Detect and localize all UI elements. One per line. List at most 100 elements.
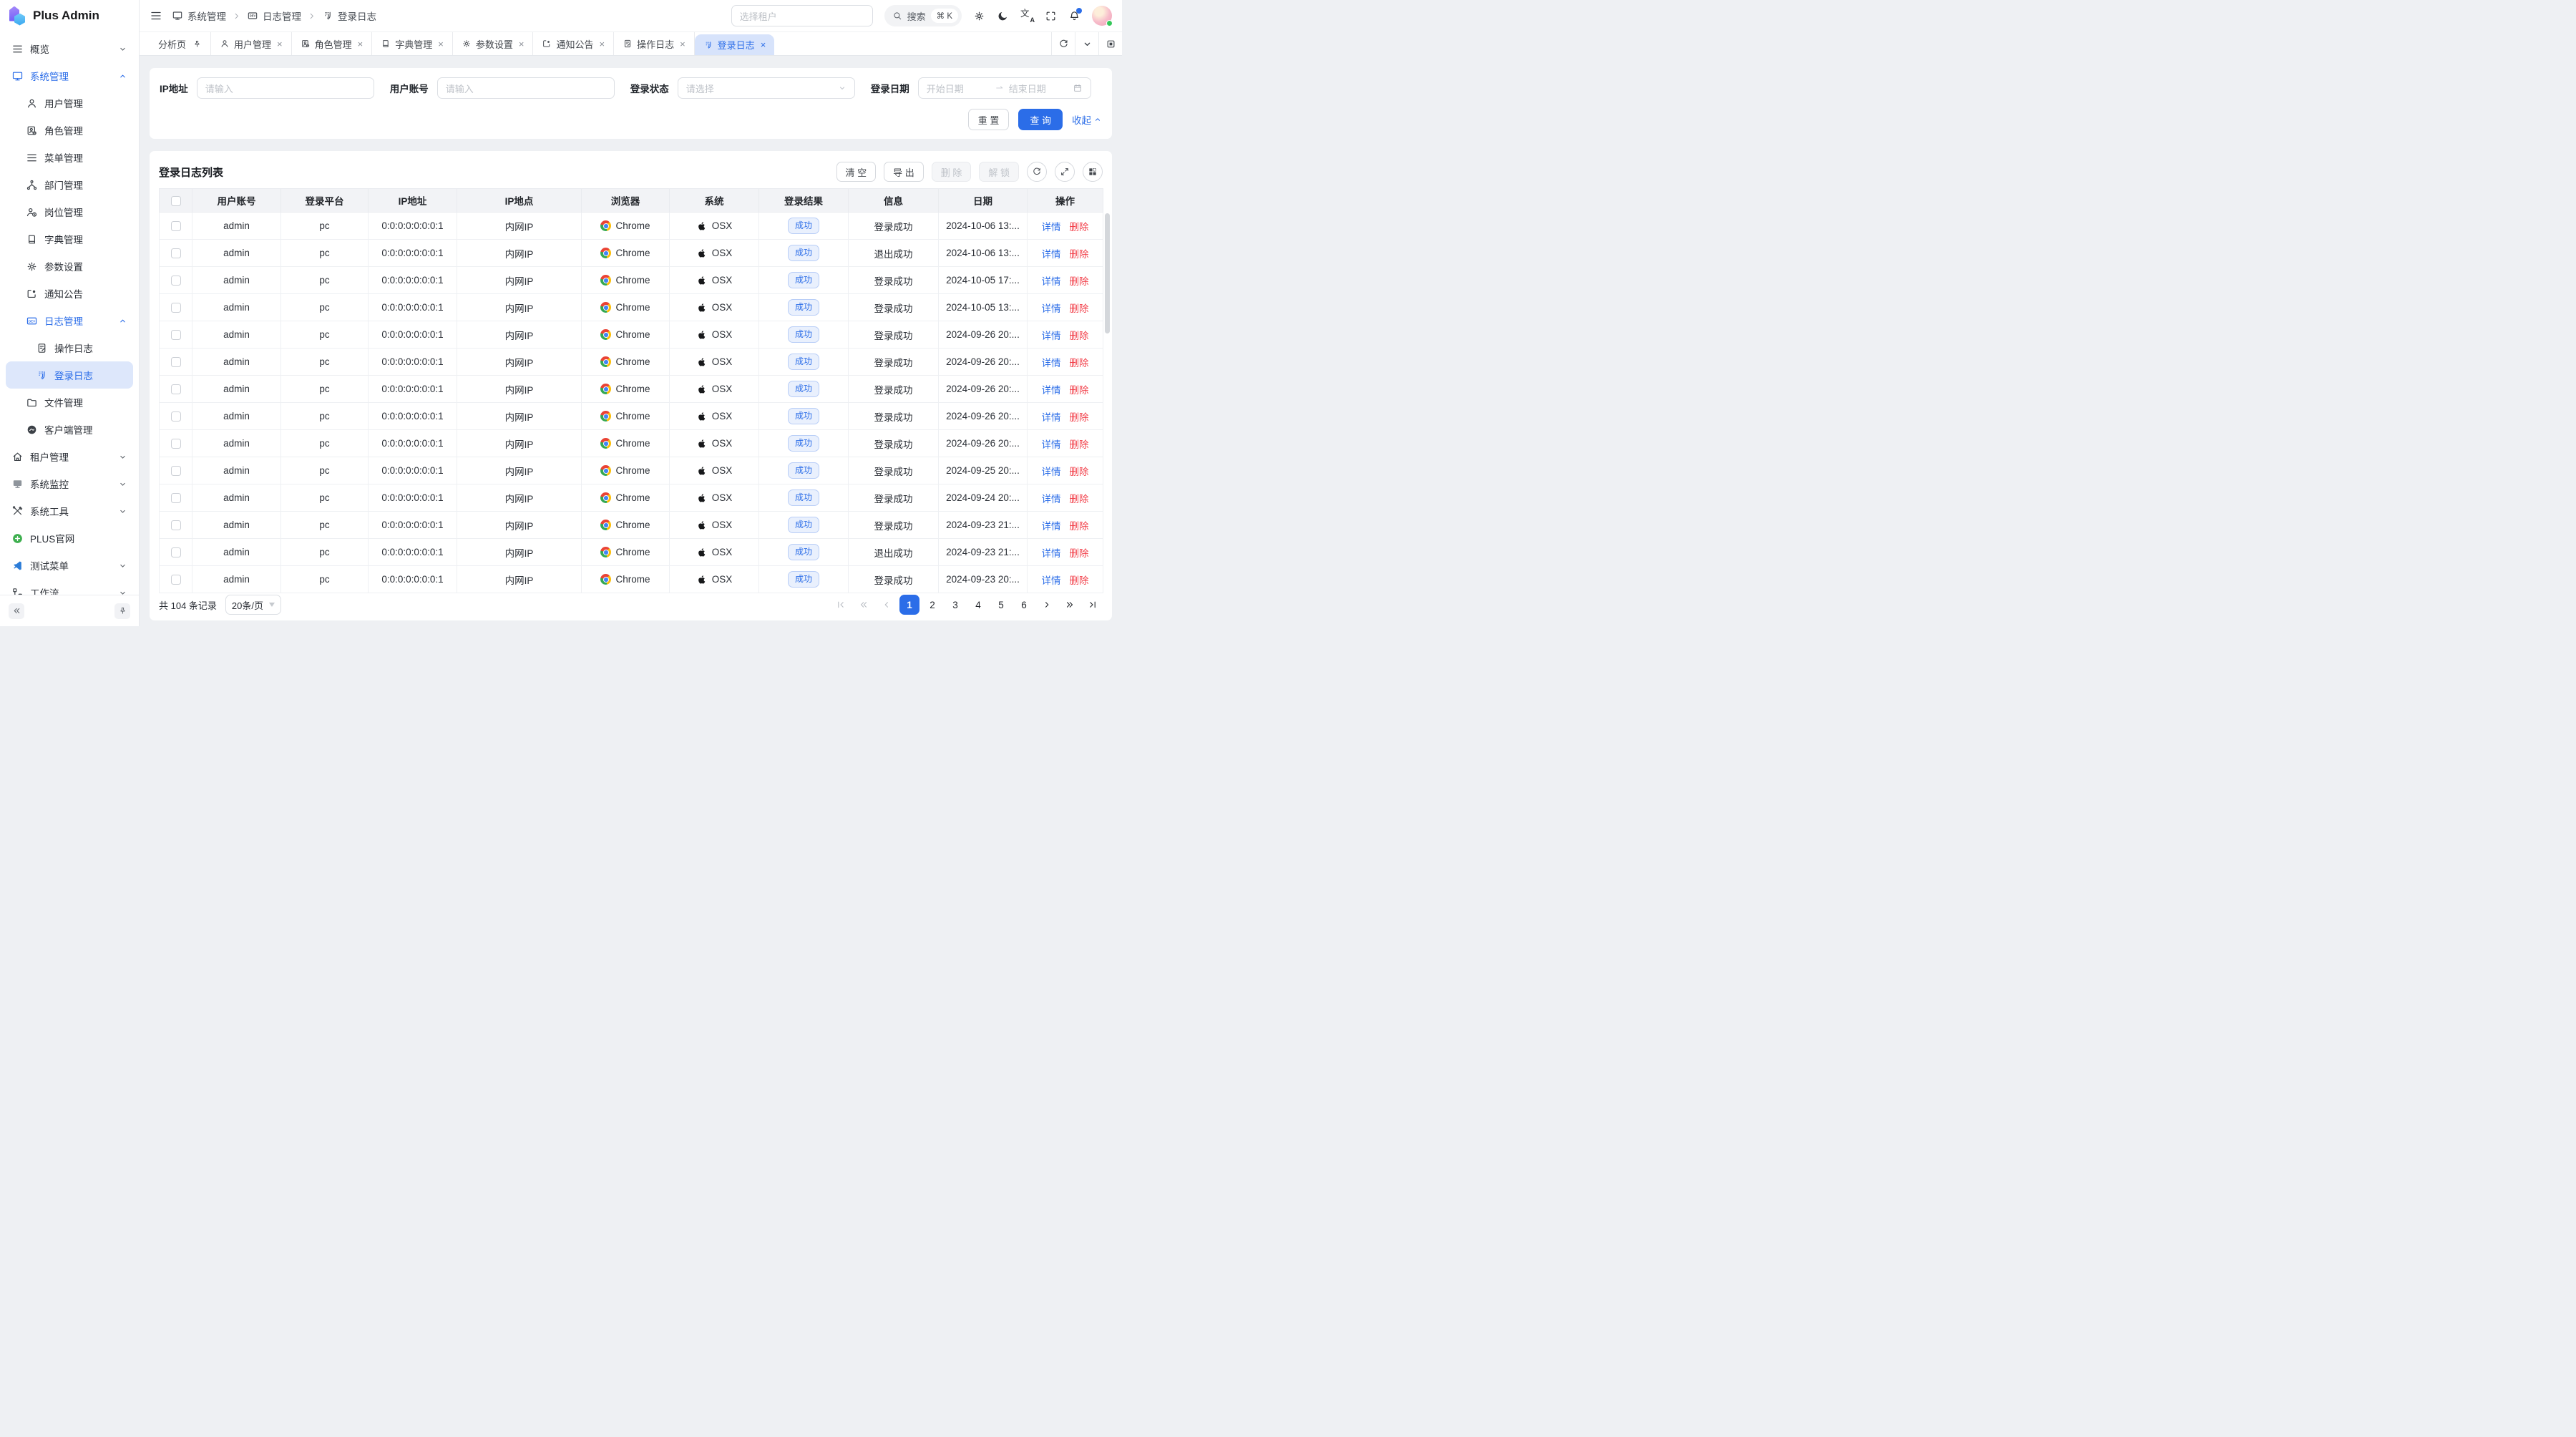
login-status-select[interactable]: 请选择 (678, 77, 855, 99)
select-all-checkbox[interactable] (171, 196, 181, 206)
delete-link[interactable]: 删除 (1070, 222, 1089, 233)
delete-link[interactable]: 删除 (1070, 385, 1089, 396)
close-tab-icon[interactable]: × (761, 39, 766, 50)
next-page-button[interactable] (1037, 595, 1057, 615)
tab-notice[interactable]: 通知公告× (533, 32, 614, 55)
dark-mode-moon-icon[interactable] (997, 10, 1009, 22)
clear-button[interactable]: 清 空 (836, 162, 877, 182)
row-checkbox[interactable] (171, 439, 181, 449)
column-settings-button[interactable] (1083, 162, 1103, 182)
app-logo[interactable]: Plus Admin (0, 0, 139, 31)
tab-param-settings[interactable]: 参数设置× (453, 32, 534, 55)
delete-link[interactable]: 删除 (1070, 439, 1089, 450)
delete-link[interactable]: 删除 (1070, 521, 1089, 532)
row-checkbox[interactable] (171, 276, 181, 286)
sidebar-item-role-management[interactable]: 角色管理 (6, 117, 133, 144)
tab-dict-management[interactable]: 字典管理× (372, 32, 453, 55)
tab-menu-chevron-icon[interactable] (1075, 32, 1098, 55)
detail-link[interactable]: 详情 (1042, 276, 1061, 287)
notification-bell-icon[interactable] (1068, 10, 1080, 22)
detail-link[interactable]: 详情 (1042, 521, 1061, 532)
maximize-content-icon[interactable] (1098, 32, 1122, 55)
pin-icon[interactable] (192, 39, 202, 49)
sidebar-item-operation-log[interactable]: 操作日志 (6, 334, 133, 361)
fullscreen-icon[interactable] (1045, 10, 1057, 22)
sidebar-item-test-menu[interactable]: 测试菜单 (6, 552, 133, 579)
prev-page-button[interactable] (877, 595, 897, 615)
sidebar-item-system-tools[interactable]: 系统工具 (6, 497, 133, 525)
sidebar-item-menu-management[interactable]: 菜单管理 (6, 144, 133, 171)
login-date-range-picker[interactable]: 开始日期结束日期 (918, 77, 1091, 99)
row-checkbox[interactable] (171, 384, 181, 394)
detail-link[interactable]: 详情 (1042, 575, 1061, 586)
detail-link[interactable]: 详情 (1042, 385, 1061, 396)
delete-button[interactable]: 删 除 (932, 162, 972, 182)
close-tab-icon[interactable]: × (680, 39, 686, 49)
sidebar-item-notice[interactable]: 通知公告 (6, 280, 133, 307)
detail-link[interactable]: 详情 (1042, 439, 1061, 450)
breadcrumb-item[interactable]: 登录日志 (322, 9, 376, 23)
sidebar-item-overview[interactable]: 概览 (6, 35, 133, 62)
row-checkbox[interactable] (171, 493, 181, 503)
detail-link[interactable]: 详情 (1042, 358, 1061, 369)
page-button-3[interactable]: 3 (945, 595, 965, 615)
sidebar-item-client-management[interactable]: 客户端管理 (6, 416, 133, 443)
row-checkbox[interactable] (171, 303, 181, 313)
pin-sidebar-button[interactable] (114, 603, 130, 619)
delete-link[interactable]: 删除 (1070, 249, 1089, 260)
delete-link[interactable]: 删除 (1070, 358, 1089, 369)
user-account-input[interactable]: 请输入 (437, 77, 615, 99)
settings-gear-icon[interactable] (973, 10, 985, 22)
reset-button[interactable]: 重 置 (968, 109, 1010, 130)
sidebar-item-file-management[interactable]: 文件管理 (6, 389, 133, 416)
tenant-select[interactable]: 选择租户 (731, 5, 873, 26)
delete-link[interactable]: 删除 (1070, 276, 1089, 287)
sidebar-item-post-management[interactable]: 岗位管理 (6, 198, 133, 225)
detail-link[interactable]: 详情 (1042, 303, 1061, 314)
table-scrollbar[interactable] (1105, 213, 1110, 586)
row-checkbox[interactable] (171, 221, 181, 231)
hamburger-menu-icon[interactable] (150, 9, 162, 22)
close-tab-icon[interactable]: × (519, 39, 525, 49)
sidebar-item-dict-management[interactable]: 字典管理 (6, 225, 133, 253)
delete-link[interactable]: 删除 (1070, 331, 1089, 341)
row-checkbox[interactable] (171, 357, 181, 367)
sidebar-item-system-management[interactable]: 系统管理 (6, 62, 133, 89)
row-checkbox[interactable] (171, 466, 181, 476)
close-tab-icon[interactable]: × (277, 39, 283, 49)
page-button-2[interactable]: 2 (922, 595, 942, 615)
row-checkbox[interactable] (171, 575, 181, 585)
close-tab-icon[interactable]: × (438, 39, 444, 49)
tab-operation-log[interactable]: 操作日志× (614, 32, 695, 55)
sidebar-item-plus-website[interactable]: PLUS官网 (6, 525, 133, 552)
prev-group-button[interactable] (854, 595, 874, 615)
collapse-filter-link[interactable]: 收起 (1072, 112, 1102, 127)
page-button-4[interactable]: 4 (968, 595, 988, 615)
delete-link[interactable]: 删除 (1070, 412, 1089, 423)
detail-link[interactable]: 详情 (1042, 548, 1061, 559)
search-button[interactable]: 查 询 (1018, 109, 1063, 130)
sidebar-item-system-monitor[interactable]: 系统监控 (6, 470, 133, 497)
next-group-button[interactable] (1060, 595, 1080, 615)
detail-link[interactable]: 详情 (1042, 412, 1061, 423)
delete-link[interactable]: 删除 (1070, 575, 1089, 586)
close-tab-icon[interactable]: × (358, 39, 364, 49)
first-page-button[interactable] (831, 595, 851, 615)
detail-link[interactable]: 详情 (1042, 222, 1061, 233)
sidebar-item-workflow[interactable]: 工作流 (6, 579, 133, 595)
page-button-5[interactable]: 5 (991, 595, 1011, 615)
row-checkbox[interactable] (171, 520, 181, 530)
breadcrumb-item[interactable]: 系统管理 (172, 9, 226, 23)
user-avatar[interactable] (1092, 6, 1112, 26)
ip-address-input[interactable]: 请输入 (197, 77, 374, 99)
tab-analysis[interactable]: 分析页 (150, 32, 211, 55)
delete-link[interactable]: 删除 (1070, 467, 1089, 477)
breadcrumb-item[interactable]: DEV日志管理 (247, 9, 301, 23)
close-tab-icon[interactable]: × (599, 39, 605, 49)
unlock-button[interactable]: 解 锁 (979, 162, 1019, 182)
translate-icon[interactable]: 文A (1020, 9, 1033, 22)
scrollbar-thumb[interactable] (1105, 213, 1110, 333)
sidebar-item-param-settings[interactable]: 参数设置 (6, 253, 133, 280)
tab-user-management[interactable]: 用户管理× (211, 32, 292, 55)
sidebar-item-log-management[interactable]: DEV日志管理 (6, 307, 133, 334)
